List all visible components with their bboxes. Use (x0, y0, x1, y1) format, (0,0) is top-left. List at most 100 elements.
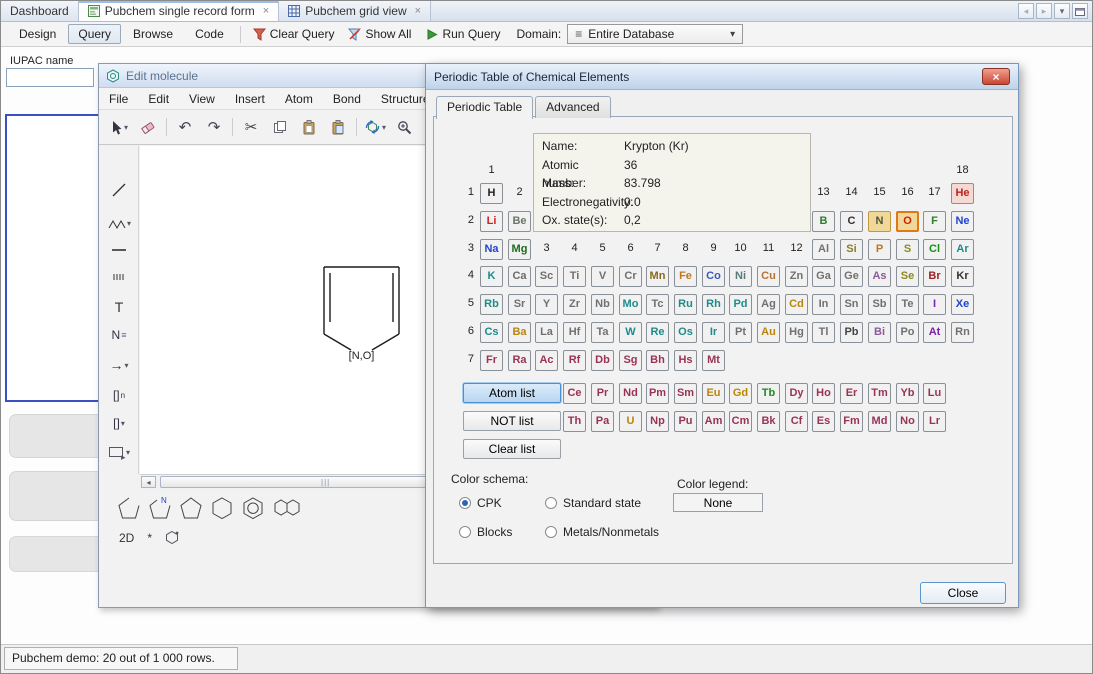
element-mo[interactable]: Mo (619, 294, 642, 315)
maximize-view-button[interactable] (1072, 3, 1088, 19)
element-tl[interactable]: Tl (812, 322, 835, 343)
tab-advanced[interactable]: Advanced (535, 96, 610, 118)
iupac-name-input[interactable] (6, 68, 94, 87)
element-kr[interactable]: Kr (951, 266, 974, 287)
element-ba[interactable]: Ba (508, 322, 531, 343)
element-bi[interactable]: Bi (868, 322, 891, 343)
chain-tool[interactable]: ▾ (102, 210, 136, 236)
element-ce[interactable]: Ce (563, 383, 586, 404)
clear-list-button[interactable]: Clear list (463, 439, 561, 459)
element-pu[interactable]: Pu (674, 411, 697, 432)
element-c[interactable]: C (840, 211, 863, 232)
show-all-button[interactable]: Show All (342, 26, 417, 42)
scroll-tabs-right-button[interactable]: ▸ (1036, 3, 1052, 19)
bracket-tool[interactable]: [] ▾ (102, 410, 136, 436)
element-sm[interactable]: Sm (674, 383, 697, 404)
element-co[interactable]: Co (702, 266, 725, 287)
element-ra[interactable]: Ra (508, 350, 531, 371)
element-np[interactable]: Np (646, 411, 669, 432)
element-y[interactable]: Y (535, 294, 558, 315)
element-th[interactable]: Th (563, 411, 586, 432)
template-cyclopentadiene[interactable] (179, 496, 203, 521)
element-ir[interactable]: Ir (702, 322, 725, 343)
element-br[interactable]: Br (923, 266, 946, 287)
element-n[interactable]: N (868, 211, 891, 232)
menu-file[interactable]: File (99, 90, 138, 108)
element-ni[interactable]: Ni (729, 266, 752, 287)
element-pb[interactable]: Pb (840, 322, 863, 343)
mode-code-button[interactable]: Code (185, 24, 234, 44)
element-os[interactable]: Os (674, 322, 697, 343)
element-li[interactable]: Li (480, 211, 503, 232)
domain-select[interactable]: ≡ Entire Database ▾ (567, 24, 743, 44)
element-la[interactable]: La (535, 322, 558, 343)
element-es[interactable]: Es (812, 411, 835, 432)
element-zr[interactable]: Zr (563, 294, 586, 315)
element-he[interactable]: He (951, 183, 974, 204)
single-bond-tool[interactable] (102, 177, 136, 203)
radio-blocks[interactable]: Blocks (459, 525, 512, 539)
element-gd[interactable]: Gd (729, 383, 752, 404)
element-sn[interactable]: Sn (840, 294, 863, 315)
radio-cpk[interactable]: CPK (459, 496, 502, 510)
element-hs[interactable]: Hs (674, 350, 697, 371)
element-in[interactable]: In (812, 294, 835, 315)
element-db[interactable]: Db (591, 350, 614, 371)
element-ge[interactable]: Ge (840, 266, 863, 287)
color-legend-none-button[interactable]: None (673, 493, 763, 512)
menu-insert[interactable]: Insert (225, 90, 275, 108)
clear-query-button[interactable]: Clear Query (247, 26, 341, 42)
element-ac[interactable]: Ac (535, 350, 558, 371)
element-mn[interactable]: Mn (646, 266, 669, 287)
mode-query-button[interactable]: Query (68, 24, 121, 44)
rail-overflow-icon[interactable]: ▸ (121, 452, 126, 463)
tab-dashboard[interactable]: Dashboard (1, 1, 79, 21)
element-cs[interactable]: Cs (480, 322, 503, 343)
element-ti[interactable]: Ti (563, 266, 586, 287)
element-ag[interactable]: Ag (757, 294, 780, 315)
element-ho[interactable]: Ho (812, 383, 835, 404)
element-i[interactable]: I (923, 294, 946, 315)
element-se[interactable]: Se (896, 266, 919, 287)
element-rn[interactable]: Rn (951, 322, 974, 343)
element-sr[interactable]: Sr (508, 294, 531, 315)
element-pm[interactable]: Pm (646, 383, 669, 404)
element-o[interactable]: O (896, 211, 919, 232)
element-ar[interactable]: Ar (951, 239, 974, 260)
dimension-toggle[interactable]: 2D (119, 531, 134, 545)
element-rf[interactable]: Rf (563, 350, 586, 371)
element-si[interactable]: Si (840, 239, 863, 260)
element-fm[interactable]: Fm (840, 411, 863, 432)
element-tb[interactable]: Tb (757, 383, 780, 404)
element-tm[interactable]: Tm (868, 383, 891, 404)
element-sc[interactable]: Sc (535, 266, 558, 287)
element-ru[interactable]: Ru (674, 294, 697, 315)
zoom-in-button[interactable] (393, 116, 415, 138)
aromatize-button[interactable]: ▾ (364, 116, 386, 138)
template-cyclopentane[interactable] (117, 496, 141, 521)
tab-list-dropdown-button[interactable]: ▾ (1054, 3, 1070, 19)
element-re[interactable]: Re (646, 322, 669, 343)
reaction-arrow-tool[interactable]: → ▾ (102, 352, 136, 378)
dialog-titlebar[interactable]: Periodic Table of Chemical Elements × (426, 64, 1018, 90)
cut-button[interactable]: ✂ (240, 116, 262, 138)
any-atom-button[interactable]: * (147, 531, 152, 545)
mode-design-button[interactable]: Design (9, 24, 66, 44)
template-cyclohexane[interactable] (210, 496, 234, 521)
element-mg[interactable]: Mg (508, 239, 531, 260)
element-dy[interactable]: Dy (785, 383, 808, 404)
element-ga[interactable]: Ga (812, 266, 835, 287)
element-cd[interactable]: Cd (785, 294, 808, 315)
element-bk[interactable]: Bk (757, 411, 780, 432)
radio-standard-state[interactable]: Standard state (545, 496, 641, 510)
element-b[interactable]: B (812, 211, 835, 232)
selection-tool-button[interactable]: ▾ (108, 116, 130, 138)
element-lu[interactable]: Lu (923, 383, 946, 404)
element-md[interactable]: Md (868, 411, 891, 432)
element-al[interactable]: Al (812, 239, 835, 260)
element-sg[interactable]: Sg (619, 350, 642, 371)
menu-atom[interactable]: Atom (275, 90, 323, 108)
element-hf[interactable]: Hf (563, 322, 586, 343)
element-v[interactable]: V (591, 266, 614, 287)
horizontal-bond-tool[interactable] (102, 237, 136, 263)
